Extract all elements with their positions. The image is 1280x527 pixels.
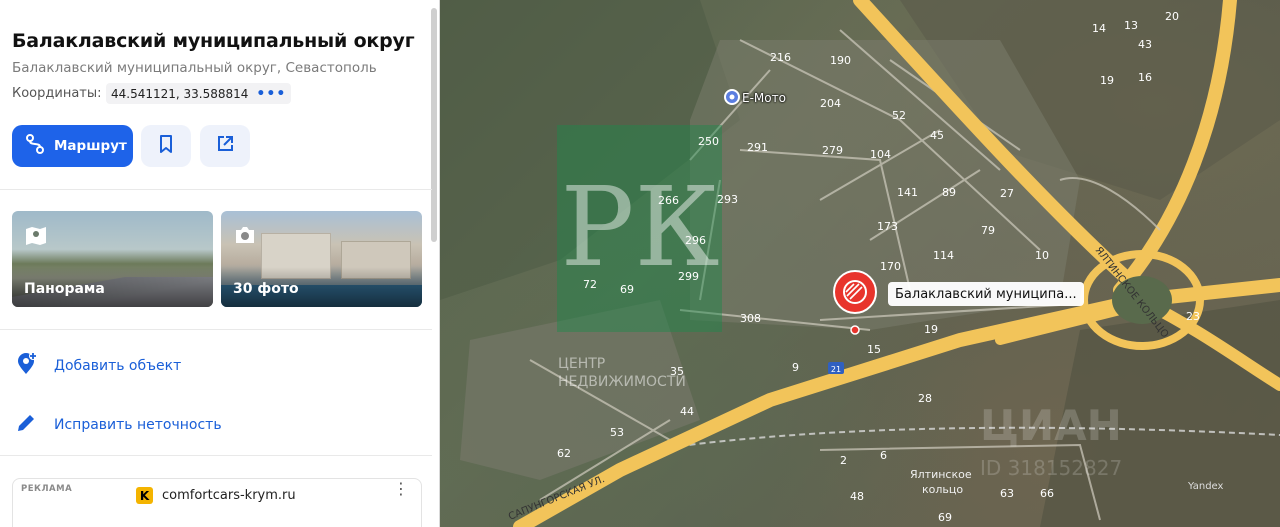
house-number: 69 [620,283,634,296]
house-number: 10 [1035,249,1049,262]
camera-icon [233,225,257,249]
house-number: 204 [820,97,841,110]
cian-watermark: ЦИАН [980,401,1122,450]
house-number: 2 [840,454,847,467]
house-number: 28 [918,392,932,405]
map-provider-logo: Yandex [1188,481,1224,492]
ad-site-link[interactable]: comfortcars-krym.ru [162,488,296,503]
panorama-tile[interactable]: Панорама [12,211,213,307]
house-number: 43 [1138,38,1152,51]
add-object-link[interactable]: Добавить объект [14,352,181,380]
house-number: 291 [747,141,768,154]
house-number: 293 [717,193,738,206]
house-number: 19 [1100,74,1114,87]
house-number: 190 [830,54,851,67]
house-number: 141 [897,186,918,199]
ad-card[interactable]: РЕКЛАМА K comfortcars-krym.ru ⋮ [12,478,422,527]
divider [0,189,432,190]
map-canvas[interactable]: РК ЦЕНТР НЕДВИЖИМОСТИ ЦИАН ID 318152827 … [440,0,1280,527]
add-place-icon [14,352,38,380]
place-card-panel: Балаклавский муниципальный округ Балакла… [0,0,440,527]
share-icon [215,134,235,158]
house-number: 20 [1165,10,1179,23]
street-label-sapun: САПУНГОРСКАЯ УЛ. [507,474,606,523]
add-object-label: Добавить объект [54,358,182,374]
photos-label: 30 фото [233,281,299,297]
house-number: 72 [583,278,597,291]
road-shield-number: 21 [831,365,841,374]
house-number: 62 [557,447,571,460]
house-number: 63 [1000,487,1014,500]
house-number: 9 [792,361,799,374]
place-address: Балаклавский муниципальный округ, Севаст… [12,60,377,76]
house-number: 19 [924,323,938,336]
bookmark-button[interactable] [141,125,191,167]
watermark-text-1: ЦЕНТР [558,356,605,372]
house-number: 69 [938,511,952,524]
place-title: Балаклавский муниципальный округ [12,30,415,52]
house-number: 15 [867,343,881,356]
house-number: 27 [1000,187,1014,200]
house-number: 296 [685,234,706,247]
coords-box[interactable]: 44.541121, 33.588814 ••• [106,83,292,104]
house-number: 308 [740,312,761,325]
more-dots-icon[interactable]: ••• [256,87,286,101]
house-number: 79 [981,224,995,237]
map-view[interactable]: РК ЦЕНТР НЕДВИЖИМОСТИ ЦИАН ID 318152827 … [440,0,1280,527]
coords-label: Координаты: [12,86,102,101]
house-number: 45 [930,129,944,142]
house-number: 23 [1186,310,1200,323]
house-number: 250 [698,135,719,148]
house-number: 173 [877,220,898,233]
pencil-icon [14,411,38,439]
bookmark-icon [157,134,175,158]
house-number: 216 [770,51,791,64]
house-number: 299 [678,270,699,283]
house-number: 13 [1124,19,1138,32]
house-number: 16 [1138,71,1152,84]
house-number: 35 [670,365,684,378]
panorama-icon [24,225,48,251]
house-number: 14 [1092,22,1106,35]
route-button-label: Маршрут [54,138,127,154]
coords-value[interactable]: 44.541121, 33.588814 [111,87,248,101]
route-icon [24,133,46,159]
place-marker-label[interactable]: Балаклавский муниципа... [888,282,1084,306]
fix-error-label: Исправить неточность [54,417,222,433]
ad-logo: K [136,487,153,504]
house-number: 52 [892,109,906,122]
cian-id-watermark: ID 318152827 [980,456,1122,480]
house-number: 114 [933,249,954,262]
fix-error-link[interactable]: Исправить неточность [14,411,222,439]
house-number: 170 [880,260,901,273]
watermark-text-2: НЕДВИЖИМОСТИ [558,374,686,390]
house-number: 279 [822,144,843,157]
divider [0,329,432,330]
area-label-1: Ялтинское [910,468,972,481]
house-number: 53 [610,426,624,439]
panel-scrollbar[interactable] [431,8,437,242]
house-number: 48 [850,490,864,503]
area-label-2: кольцо [922,483,963,496]
house-number: 266 [658,194,679,207]
photos-tile[interactable]: 30 фото [221,211,422,307]
ad-label: РЕКЛАМА [21,484,73,494]
kebab-menu-icon[interactable]: ⋮ [393,481,409,497]
house-number: 44 [680,405,694,418]
share-button[interactable] [200,125,250,167]
divider [0,455,432,456]
house-number: 6 [880,449,887,462]
route-button[interactable]: Маршрут [12,125,133,167]
panorama-label: Панорама [24,281,105,297]
house-number: 104 [870,148,891,161]
house-number: 89 [942,186,956,199]
house-number: 66 [1040,487,1054,500]
business-label[interactable]: Е-Мото [742,91,786,105]
